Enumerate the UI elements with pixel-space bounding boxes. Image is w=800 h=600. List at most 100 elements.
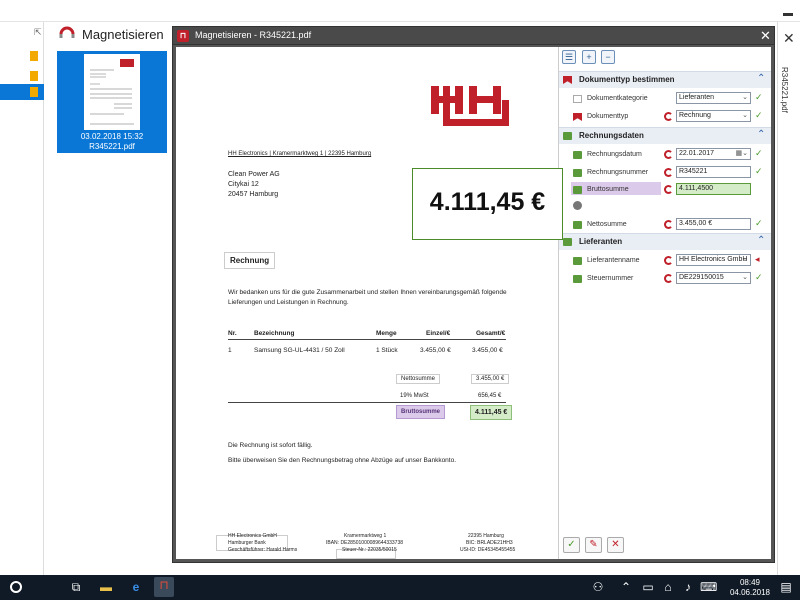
magnet-icon[interactable] <box>664 150 673 159</box>
intro-text: Wir bedanken uns für die gute Zusammenar… <box>228 289 507 296</box>
table-header-menge: Menge <box>376 330 397 337</box>
document-preview[interactable]: HH Electronics | Kramermarktweg 1 | 2239… <box>176 47 558 559</box>
volume-icon[interactable]: ♪ <box>680 579 696 595</box>
section-doctype[interactable]: Dokumenttyp bestimmen ⌃ <box>559 71 771 88</box>
file-explorer-icon[interactable]: ▬ <box>98 579 114 595</box>
table-header-bezeichnung: Bezeichnung <box>254 330 295 337</box>
netto-value: 3.455,00 € <box>471 374 510 384</box>
field-type-icon <box>573 186 582 194</box>
dialog-titlebar[interactable]: ⊓ Magnetisieren - R345221.pdf ✕ <box>173 27 774 45</box>
background-list-item-selected[interactable] <box>0 84 44 100</box>
footer-text: Geschäftsführer: Harald Harms <box>228 547 298 553</box>
task-view-icon[interactable]: ⧉ <box>68 579 84 595</box>
dokumentkategorie-select[interactable]: Lieferanten ⌄ <box>676 92 751 104</box>
section-title: Dokumenttyp bestimmen <box>579 75 675 84</box>
flag-icon <box>563 76 572 84</box>
magnet-icon[interactable] <box>664 112 673 121</box>
steuernummer-select[interactable]: DE229150015 ⌄ <box>676 272 751 284</box>
table-cell-gesamt: 3.455,00 € <box>472 347 503 354</box>
magnet-icon[interactable] <box>664 274 673 283</box>
payment-note: Die Rechnung ist sofort fällig. <box>228 442 313 449</box>
confirm-and-next-button[interactable]: ✎ <box>585 537 602 553</box>
totals-divider <box>228 402 506 403</box>
field-label: Nettosumme <box>587 221 627 228</box>
background-topbar <box>0 0 800 22</box>
check-icon: ✓ <box>755 148 763 158</box>
background-list-item[interactable] <box>0 48 44 64</box>
dialog-close-button[interactable]: ✕ <box>760 28 771 44</box>
section-supplier[interactable]: Lieferanten ⌃ <box>559 233 771 250</box>
battery-icon[interactable]: ▭ <box>640 579 656 595</box>
network-icon[interactable]: ⌂ <box>660 579 676 595</box>
chevron-down-icon: ⌄ <box>742 94 748 101</box>
table-divider <box>228 339 506 340</box>
magnetize-app-taskbar-icon[interactable]: ⊓ <box>154 577 174 597</box>
people-icon[interactable]: ⚇ <box>590 579 606 595</box>
table-header-gesamt: Gesamt/€ <box>476 330 506 337</box>
field-type-icon <box>573 257 582 265</box>
magnet-icon[interactable] <box>664 220 673 229</box>
collapse-caret-icon[interactable]: ⌃ <box>757 73 765 84</box>
field-label: Steuernummer <box>587 275 634 282</box>
background-list-item[interactable] <box>0 68 44 84</box>
nettosumme-input[interactable]: 3.455,00 € <box>676 218 751 230</box>
select-value: HH Electronics GmbH <box>679 256 748 263</box>
field-label: Dokumentkategorie <box>587 95 648 102</box>
footer-text: Hamburger Bank <box>228 540 266 546</box>
shield-icon <box>573 201 582 210</box>
rechnungsnummer-input[interactable]: R345221 <box>676 166 751 178</box>
search-icon[interactable] <box>10 581 22 593</box>
check-icon: ✓ <box>755 166 763 176</box>
cancel-button[interactable]: ✕ <box>607 537 624 553</box>
pin-icon[interactable]: ⇱ <box>34 27 42 38</box>
invoice-data-icon <box>563 132 572 140</box>
windows-taskbar: ⧉ ▬ e ⊓ ⚇ ⌃ ▭ ⌂ ♪ ⌨ 08:49 04.06.2018 ▤ <box>0 575 800 600</box>
intro-text: Lieferungen und Leistungen in Rechnung. <box>228 299 349 306</box>
footer-text: Kramermarktweg 1 <box>344 533 387 539</box>
table-cell-bezeichnung: Samsung SG-UL-4431 / 50 Zoll <box>254 347 345 354</box>
footer-text: Steuer-Nr.: 22035/50015 <box>342 547 397 553</box>
zoom-in-icon[interactable]: + <box>582 50 596 64</box>
check-icon: ✓ <box>755 272 763 282</box>
recipient-line: Clean Power AG <box>228 171 280 178</box>
close-icon[interactable]: ✕ <box>783 30 795 47</box>
clock-date[interactable]: 04.06.2018 <box>727 588 773 597</box>
chevron-up-icon[interactable]: ⌃ <box>618 579 634 595</box>
magnet-icon[interactable] <box>664 185 673 194</box>
thumbnail-date: 03.02.2018 15:32 <box>80 132 144 141</box>
lieferantenname-select[interactable]: HH Electronics GmbH ⌄ <box>676 254 751 266</box>
dokumenttyp-select[interactable]: Rechnung ⌄ <box>676 110 751 122</box>
document-thumbnail[interactable]: 03.02.2018 15:32 R345221.pdf <box>57 51 167 153</box>
confirm-button[interactable]: ✓ <box>563 537 580 553</box>
keyboard-icon[interactable]: ⌨ <box>700 579 717 595</box>
collapse-caret-icon[interactable]: ⌃ <box>757 129 765 140</box>
rechnungsdatum-input[interactable]: 22.01.2017 ▦⌄ <box>676 148 751 160</box>
check-icon: ✓ <box>755 92 763 102</box>
edge-browser-icon[interactable]: e <box>128 579 144 595</box>
notification-icon[interactable]: ▤ <box>778 579 794 595</box>
magnetize-dialog: ⊓ Magnetisieren - R345221.pdf ✕ HH Elect… <box>172 26 775 563</box>
minimize-icon[interactable]: ▬ <box>783 8 793 19</box>
field-type-icon <box>573 151 582 159</box>
collapse-caret-icon[interactable]: ⌃ <box>757 235 765 246</box>
chevron-down-icon: ⌄ <box>742 256 748 263</box>
flag-icon <box>573 113 582 121</box>
dialog-title: Magnetisieren - R345221.pdf <box>195 30 312 40</box>
magnet-icon <box>59 26 75 38</box>
calendar-icon[interactable]: ▦⌄ <box>736 149 748 159</box>
list-view-icon[interactable]: ☰ <box>562 50 576 64</box>
magnet-icon[interactable] <box>664 256 673 265</box>
field-label: Rechnungsdatum <box>587 151 642 158</box>
bruttosumme-input[interactable]: 4.111,4500 <box>676 183 751 195</box>
zoom-magnifier-popup: 4.111,45 € <box>412 168 563 240</box>
magnet-icon[interactable] <box>664 168 673 177</box>
clock-time[interactable]: 08:49 <box>730 578 770 587</box>
sender-line: HH Electronics | Kramermarktweg 1 | 2239… <box>228 151 372 157</box>
zoom-out-icon[interactable]: − <box>601 50 615 64</box>
footer-text: BIC: BRLADE21HH3 <box>466 540 513 546</box>
footer-text: USt-ID: DE45345455455 <box>460 547 516 553</box>
field-type-icon <box>573 169 582 177</box>
section-title: Lieferanten <box>579 237 623 246</box>
document-heading: Rechnung <box>224 252 276 269</box>
section-invoice[interactable]: Rechnungsdaten ⌃ <box>559 127 771 144</box>
